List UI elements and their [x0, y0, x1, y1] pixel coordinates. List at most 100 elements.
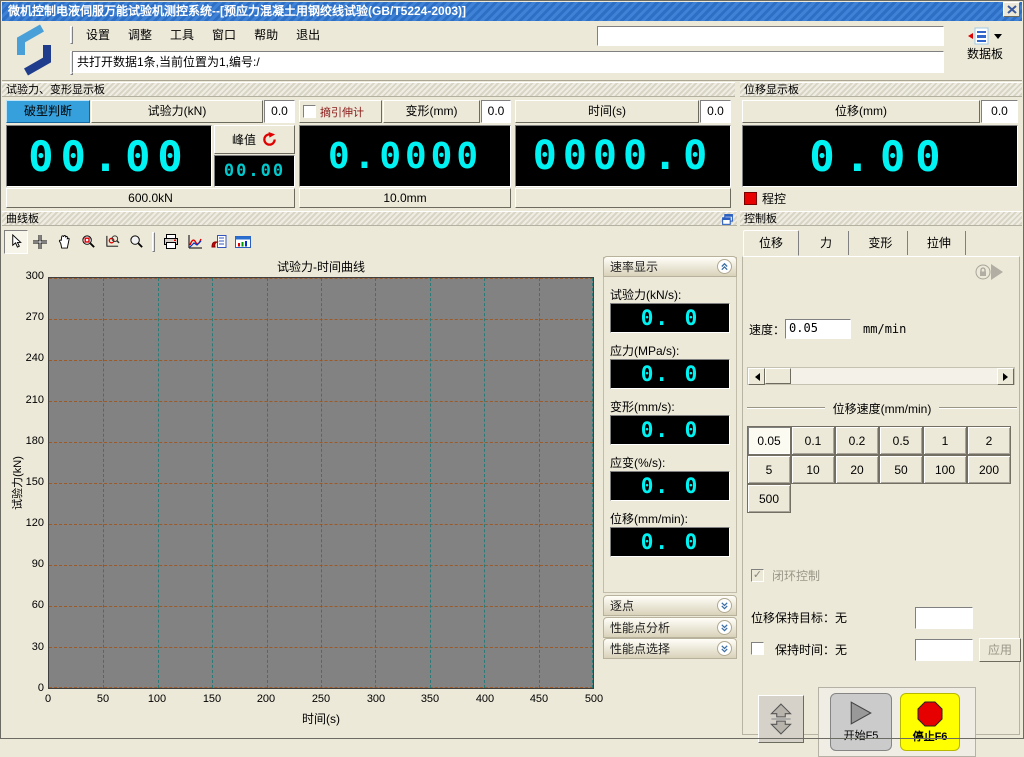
gridline-v	[375, 278, 376, 688]
force-aux-value: 0.0	[264, 100, 295, 123]
speed-option[interactable]: 1	[923, 426, 967, 455]
hold-time-checkbox[interactable]	[751, 642, 764, 655]
rate-displacement-label: 位移(mm/min):	[604, 510, 736, 526]
speed-option[interactable]: 0.2	[835, 426, 879, 455]
force-header-button[interactable]: 试验力(kN)	[91, 100, 263, 123]
speed-option[interactable]: 200	[967, 455, 1011, 484]
close-button[interactable]	[1003, 2, 1020, 17]
stop-button[interactable]: 停止F6	[900, 693, 960, 751]
select-cursor-button[interactable]	[4, 230, 28, 254]
peak-refresh-icon[interactable]	[262, 132, 277, 147]
tab-force[interactable]: 力	[803, 231, 849, 255]
crosshair-button[interactable]	[28, 230, 52, 254]
menu-item-window[interactable]: 窗口	[208, 24, 240, 45]
rate-panel-header[interactable]: 速率显示	[603, 256, 737, 277]
rate-displacement-value: 0. 0	[610, 527, 730, 557]
hold-time-input[interactable]	[915, 639, 973, 661]
speed-input[interactable]: 0.05	[785, 319, 851, 339]
displacement-header-button[interactable]: 位移(mm)	[742, 100, 980, 123]
menu-item-help[interactable]: 帮助	[250, 24, 282, 45]
deform-header-button[interactable]: 变形(mm)	[383, 100, 480, 123]
speed-option[interactable]: 500	[747, 484, 791, 513]
speed-option[interactable]: 10	[791, 455, 835, 484]
chart-toolbar	[4, 228, 735, 255]
section-point-by-point[interactable]: 逐点	[603, 595, 737, 616]
extensometer-checkbox[interactable]	[303, 105, 316, 118]
collapse-button[interactable]	[717, 259, 732, 274]
section-label: 逐点	[610, 597, 634, 614]
tab-displacement[interactable]: 位移	[743, 230, 799, 256]
menu-item-adjust[interactable]: 调整	[124, 24, 156, 45]
tab-tension[interactable]: 拉伸	[912, 231, 966, 255]
time-header-button[interactable]: 时间(s)	[515, 100, 699, 123]
scrollbar-right-button[interactable]	[997, 368, 1014, 385]
databoard-icon	[968, 27, 990, 45]
speed-group-header: 位移速度(mm/min)	[747, 400, 1017, 416]
report-button[interactable]	[207, 230, 231, 254]
arrow-right-icon	[1003, 373, 1012, 381]
data-panel-icon	[235, 234, 251, 250]
force-section: 破型判断 试验力(kN) 0.0 00.00 峰值 00.00 600.0kN	[5, 99, 296, 208]
x-tick: 50	[85, 693, 121, 705]
time-lcd: 0000.0	[515, 125, 731, 187]
extensometer-toggle[interactable]: 摘引伸计	[299, 100, 382, 123]
play-small-icon[interactable]	[991, 264, 1011, 280]
zoom-curve-button[interactable]	[100, 230, 124, 254]
app-logo	[8, 24, 60, 81]
lock-button[interactable]	[975, 264, 991, 285]
curve-settings-button[interactable]	[183, 230, 207, 254]
y-tick: 60	[14, 599, 44, 611]
speed-option[interactable]: 20	[835, 455, 879, 484]
zoom-region-button[interactable]	[76, 230, 100, 254]
start-button-label: 开始F5	[844, 727, 879, 743]
closed-loop-checkbox[interactable]: ✓	[751, 569, 764, 582]
start-button[interactable]: 开始F5	[830, 693, 892, 751]
x-tick: 400	[467, 693, 503, 705]
peak-button[interactable]: 峰值	[214, 125, 295, 154]
expand-button[interactable]	[717, 641, 732, 656]
menu-item-tools[interactable]: 工具	[166, 24, 198, 45]
play-icon	[848, 701, 874, 725]
select-cursor-icon	[9, 234, 24, 249]
speed-scrollbar[interactable]	[747, 367, 1015, 385]
menu-item-settings[interactable]: 设置	[82, 24, 114, 45]
hold-target-row: 位移保持目标：无	[751, 607, 1013, 631]
menu-item-exit[interactable]: 退出	[292, 24, 324, 45]
deform-aux-value: 0.0	[481, 100, 511, 123]
jog-button[interactable]	[758, 695, 804, 743]
speed-option[interactable]: 50	[879, 455, 923, 484]
deform-range-label: 10.0mm	[299, 188, 511, 208]
scrollbar-thumb[interactable]	[765, 368, 791, 384]
speed-option[interactable]: 0.1	[791, 426, 835, 455]
menu-grip[interactable]	[70, 26, 73, 44]
zoom-reset-button[interactable]	[124, 230, 148, 254]
chart-plot[interactable]	[48, 277, 594, 689]
speed-option[interactable]: 0.5	[879, 426, 923, 455]
hold-target-label: 位移保持目标：无	[751, 611, 847, 625]
hold-target-input[interactable]	[915, 607, 973, 629]
break-judge-button[interactable]: 破型判断	[6, 100, 90, 123]
apply-button[interactable]: 应用	[979, 638, 1021, 662]
program-control-label: 程控	[762, 190, 786, 207]
expand-button[interactable]	[717, 620, 732, 635]
tab-deform[interactable]: 变形	[854, 231, 908, 255]
data-panel-button[interactable]	[231, 230, 255, 254]
tab-content: 速度： 0.05 mm/min 位移速度(mm/min) 0.05 0.1 0.…	[742, 256, 1020, 735]
pan-hand-button[interactable]	[52, 230, 76, 254]
print-button[interactable]	[159, 230, 183, 254]
speed-options-grid: 0.05 0.1 0.2 0.5 1 2 5 10 20 50 100 200 …	[747, 426, 1017, 513]
extensometer-label: 摘引伸计	[320, 104, 364, 120]
control-panel-title: 控制板	[740, 211, 1022, 226]
speed-option[interactable]: 2	[967, 426, 1011, 455]
jog-up-down-icon	[768, 703, 794, 735]
databoard-button[interactable]: 数据板	[954, 27, 1016, 79]
databoard-dropdown-icon[interactable]	[994, 34, 1002, 43]
section-performance-select[interactable]: 性能点选择	[603, 638, 737, 659]
speed-option[interactable]: 5	[747, 455, 791, 484]
displacement-panel-title: 位移显示板	[740, 82, 1022, 97]
scrollbar-left-button[interactable]	[748, 368, 765, 385]
speed-option[interactable]: 0.05	[747, 426, 791, 455]
speed-option[interactable]: 100	[923, 455, 967, 484]
expand-button[interactable]	[717, 598, 732, 613]
section-performance-analysis[interactable]: 性能点分析	[603, 617, 737, 638]
